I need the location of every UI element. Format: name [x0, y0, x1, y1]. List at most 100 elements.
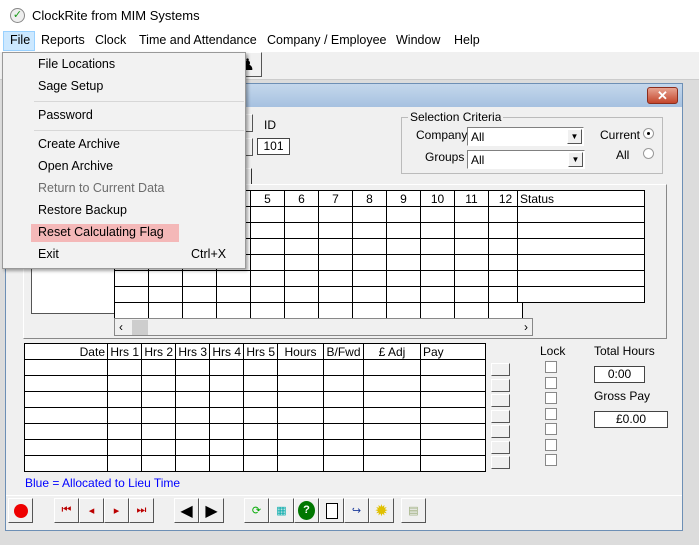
table-cell[interactable]	[352, 302, 387, 319]
table-cell[interactable]	[182, 302, 217, 319]
first-record-button[interactable]: ⏮	[54, 498, 79, 523]
menu-item-exit[interactable]: Exit	[38, 247, 59, 261]
table-cell[interactable]	[148, 302, 183, 319]
table-cell[interactable]	[318, 302, 353, 319]
lock-checkbox[interactable]	[545, 376, 557, 389]
table-cell[interactable]	[517, 238, 645, 255]
table-cell[interactable]	[209, 455, 244, 472]
table-cell[interactable]	[107, 407, 142, 424]
table-cell[interactable]	[175, 439, 210, 456]
stop-button[interactable]	[8, 498, 33, 523]
lock-checkbox[interactable]	[545, 407, 557, 420]
table-cell[interactable]	[243, 407, 278, 424]
lock-checkbox[interactable]	[545, 392, 557, 404]
table-cell[interactable]	[243, 423, 278, 440]
table-cell[interactable]	[363, 375, 421, 392]
table-cell[interactable]	[386, 222, 421, 239]
menu-item-file-locations[interactable]: File Locations	[38, 57, 115, 71]
table-cell[interactable]	[250, 302, 285, 319]
lock-checkbox[interactable]	[545, 454, 557, 466]
table-cell[interactable]	[318, 222, 353, 239]
lock-checkbox[interactable]	[545, 423, 557, 435]
current-radio[interactable]	[643, 128, 654, 139]
table-cell[interactable]	[277, 359, 324, 376]
table-cell[interactable]	[182, 286, 217, 303]
horizontal-scrollbar[interactable]: ‹ ›	[114, 318, 533, 336]
table-cell[interactable]	[24, 455, 108, 472]
table-cell[interactable]	[284, 206, 319, 223]
refresh-button[interactable]: ⟳	[244, 498, 269, 523]
table-cell[interactable]	[420, 455, 486, 472]
table-cell[interactable]	[175, 359, 210, 376]
table-cell[interactable]	[420, 423, 486, 440]
lock-checkbox[interactable]	[545, 361, 557, 373]
table-cell[interactable]	[175, 423, 210, 440]
table-cell[interactable]	[243, 455, 278, 472]
scroll-right-icon[interactable]: ›	[524, 320, 528, 334]
groups-select[interactable]: All ▼	[467, 150, 585, 169]
table-cell[interactable]	[277, 391, 324, 408]
table-cell[interactable]	[363, 407, 421, 424]
table-cell[interactable]	[454, 238, 489, 255]
table-cell[interactable]	[216, 302, 251, 319]
chevron-down-icon[interactable]: ▼	[567, 129, 582, 144]
table-cell[interactable]	[209, 407, 244, 424]
table-cell[interactable]	[216, 286, 251, 303]
table-cell[interactable]	[284, 254, 319, 271]
table-cell[interactable]	[141, 359, 176, 376]
status-grid[interactable]: Status	[517, 190, 645, 303]
table-cell[interactable]	[420, 206, 455, 223]
table-cell[interactable]	[323, 455, 364, 472]
table-cell[interactable]	[517, 270, 645, 287]
table-cell[interactable]	[141, 423, 176, 440]
table-cell[interactable]	[323, 391, 364, 408]
table-cell[interactable]	[114, 286, 149, 303]
employee-calendar-button[interactable]: ▤	[401, 498, 426, 523]
table-cell[interactable]	[277, 439, 324, 456]
table-cell[interactable]	[209, 391, 244, 408]
table-cell[interactable]	[141, 391, 176, 408]
menu-window[interactable]: Window	[396, 33, 440, 47]
last-record-button[interactable]: ⏭	[129, 498, 154, 523]
table-cell[interactable]	[107, 391, 142, 408]
table-cell[interactable]	[420, 439, 486, 456]
close-button[interactable]: ✕	[647, 87, 678, 104]
table-cell[interactable]	[420, 286, 455, 303]
table-cell[interactable]	[209, 423, 244, 440]
table-cell[interactable]	[352, 270, 387, 287]
table-cell[interactable]	[284, 270, 319, 287]
table-cell[interactable]	[420, 359, 486, 376]
table-cell[interactable]	[250, 254, 285, 271]
table-cell[interactable]	[363, 439, 421, 456]
menu-reports[interactable]: Reports	[41, 33, 85, 47]
table-cell[interactable]	[420, 407, 486, 424]
back-button[interactable]: ◀	[174, 498, 199, 523]
table-cell[interactable]	[323, 375, 364, 392]
row-button[interactable]	[491, 440, 510, 454]
table-cell[interactable]	[209, 375, 244, 392]
table-cell[interactable]	[243, 439, 278, 456]
table-cell[interactable]	[318, 254, 353, 271]
table-cell[interactable]	[114, 270, 149, 287]
id-field[interactable]: 101	[257, 138, 290, 155]
table-cell[interactable]	[141, 407, 176, 424]
table-cell[interactable]	[517, 286, 645, 303]
settings-button[interactable]: ✹	[369, 498, 394, 523]
table-cell[interactable]	[323, 359, 364, 376]
table-cell[interactable]	[352, 254, 387, 271]
table-cell[interactable]	[420, 222, 455, 239]
table-cell[interactable]	[363, 391, 421, 408]
scroll-left-icon[interactable]: ‹	[119, 320, 123, 334]
table-cell[interactable]	[107, 423, 142, 440]
table-cell[interactable]	[386, 302, 421, 319]
table-cell[interactable]	[386, 206, 421, 223]
table-cell[interactable]	[386, 286, 421, 303]
table-cell[interactable]	[107, 439, 142, 456]
table-cell[interactable]	[114, 302, 149, 319]
menu-clock[interactable]: Clock	[95, 33, 126, 47]
table-cell[interactable]	[243, 359, 278, 376]
table-cell[interactable]	[318, 238, 353, 255]
table-cell[interactable]	[323, 423, 364, 440]
table-cell[interactable]	[352, 222, 387, 239]
redo-button[interactable]: ↪	[344, 498, 369, 523]
